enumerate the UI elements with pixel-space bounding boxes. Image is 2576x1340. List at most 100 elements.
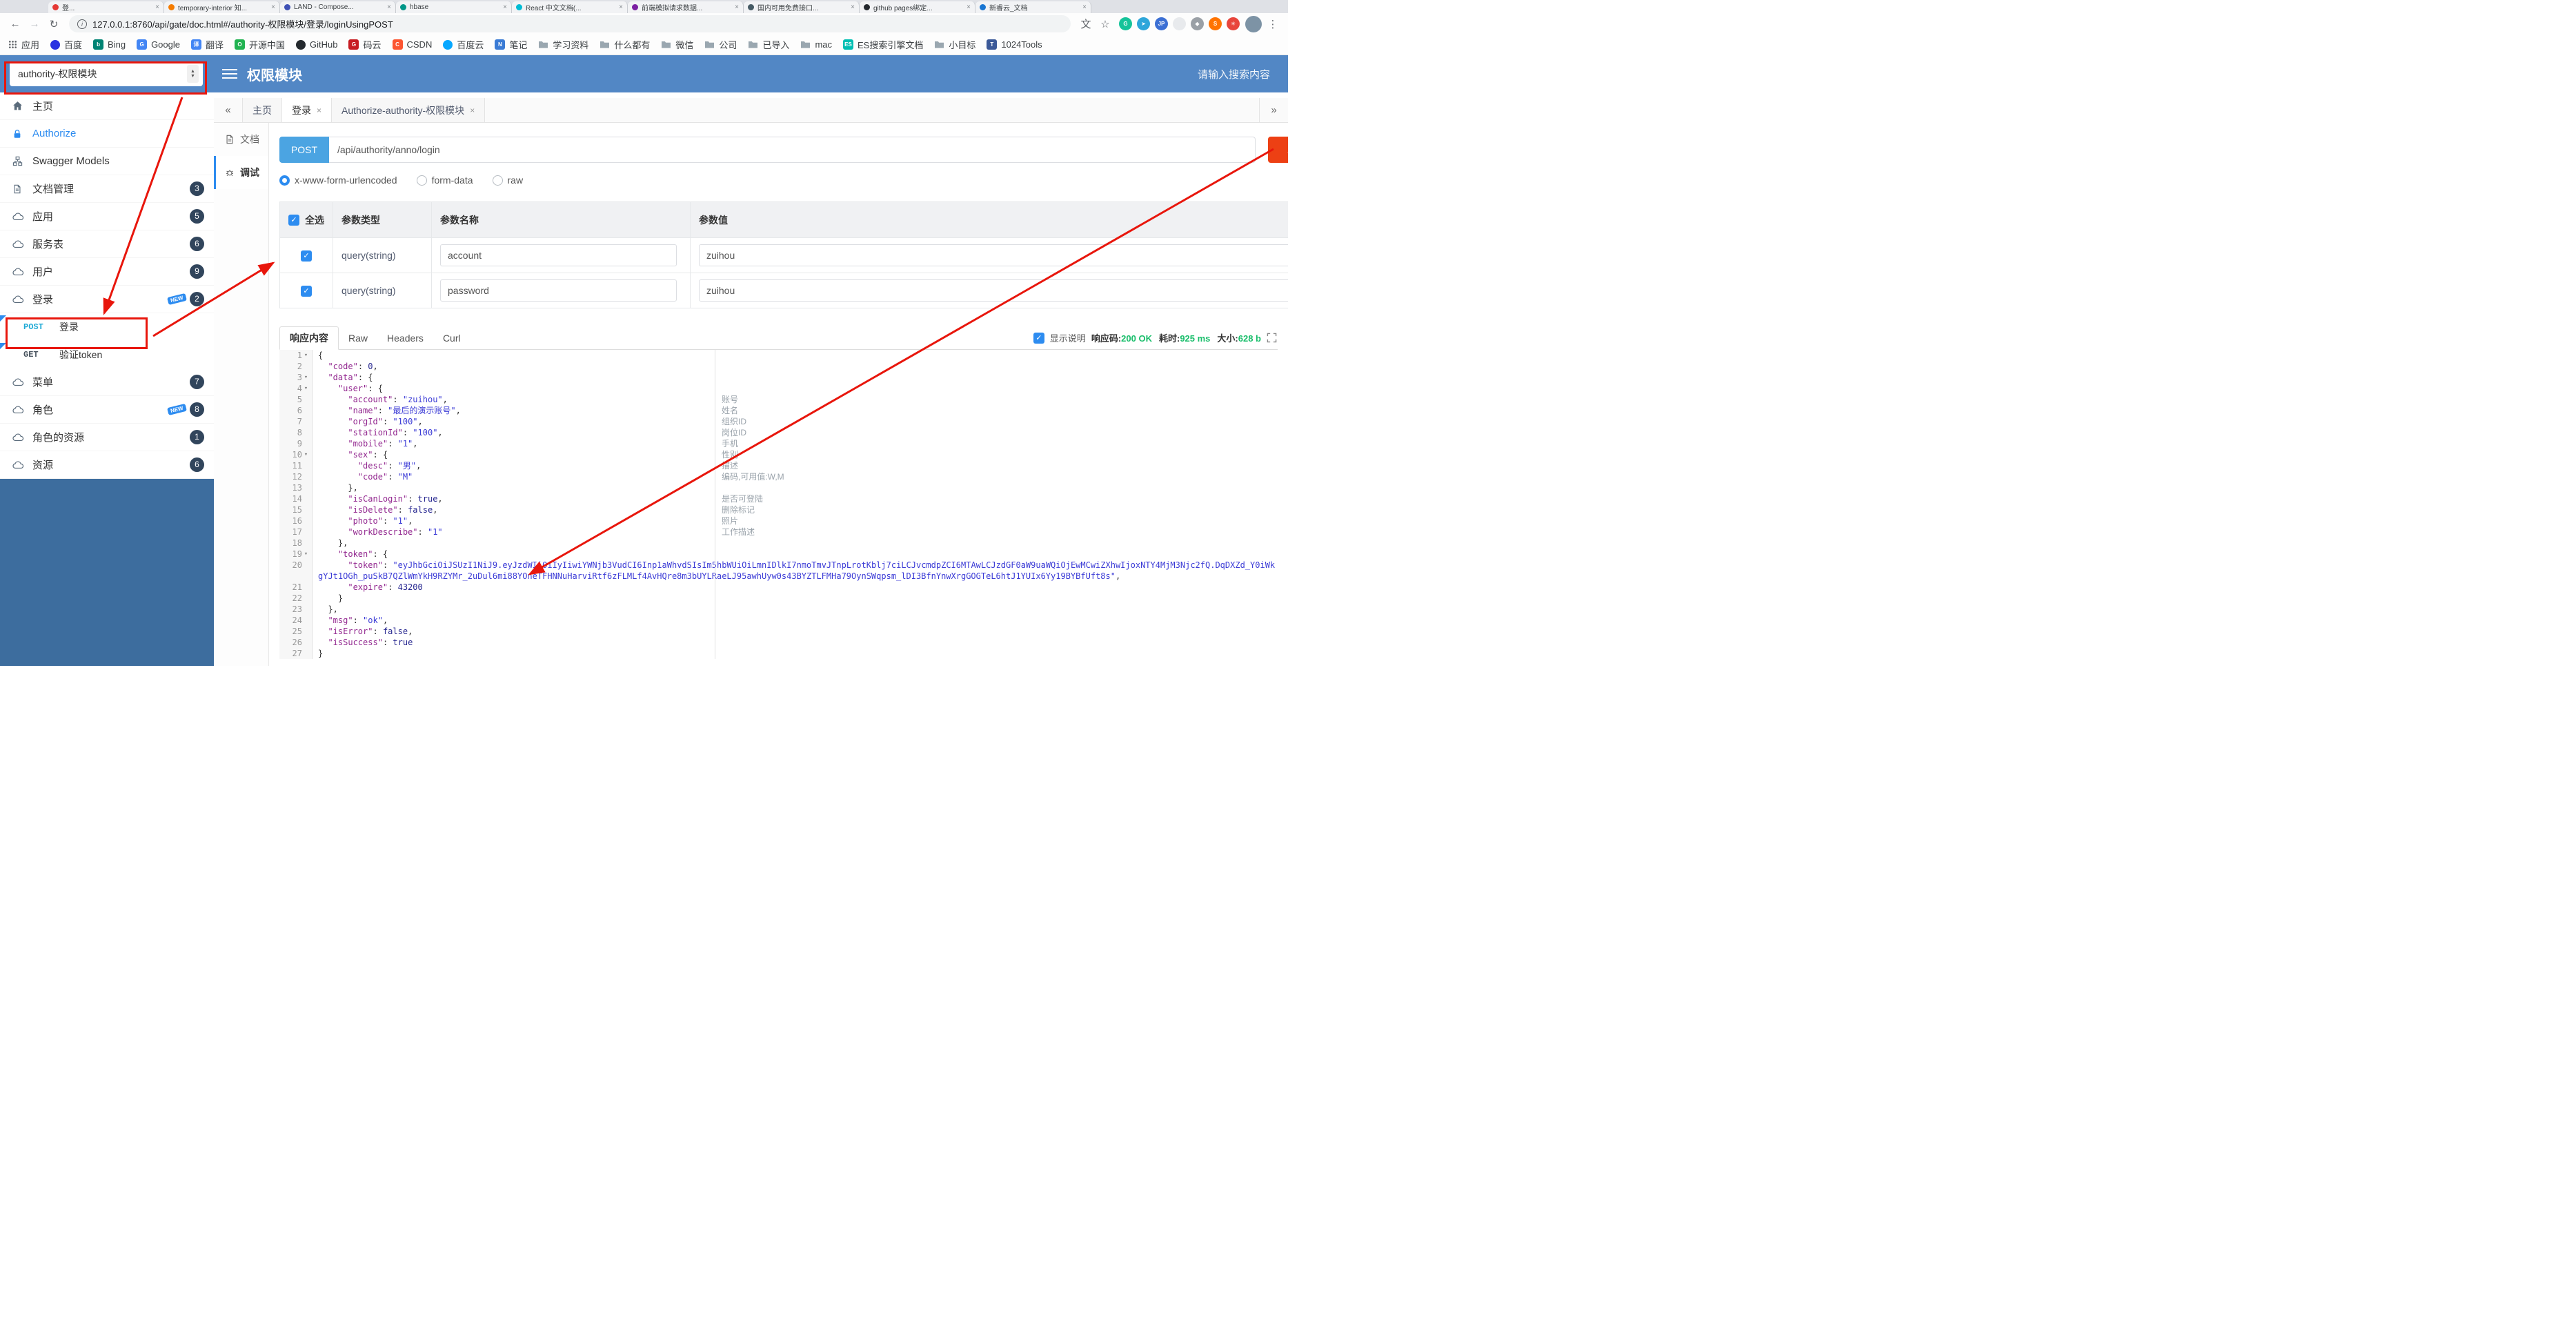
forward-icon[interactable]: → bbox=[26, 18, 43, 30]
bookmark-item[interactable]: N 笔记 bbox=[495, 38, 527, 51]
bookmark-item[interactable]: 百度云 bbox=[443, 38, 484, 51]
browser-tab[interactable]: 登... × bbox=[48, 1, 164, 13]
back-icon[interactable]: ← bbox=[7, 18, 23, 30]
bookmark-item[interactable]: b Bing bbox=[93, 39, 126, 50]
sidebar-item-role[interactable]: 角色 NEW 8 bbox=[0, 396, 214, 424]
response-tab[interactable]: Curl bbox=[433, 327, 470, 349]
green-extension-icon[interactable]: G bbox=[1119, 17, 1132, 30]
tab-close-icon[interactable]: × bbox=[851, 3, 855, 11]
browser-tab[interactable]: hbase × bbox=[396, 1, 512, 13]
tab-close-icon[interactable]: × bbox=[470, 106, 475, 115]
shield-extension-icon[interactable]: ◆ bbox=[1191, 17, 1204, 30]
bookmark-item[interactable]: 学习资料 bbox=[538, 38, 588, 51]
sidebar-endpoint-post-login[interactable]: POST 登录 bbox=[0, 313, 214, 341]
param-checkbox[interactable]: ✓ bbox=[301, 286, 312, 297]
tab-close-icon[interactable]: × bbox=[155, 3, 159, 11]
bookmark-item[interactable]: mac bbox=[800, 39, 832, 50]
sidebar-item-menu[interactable]: 菜单 7 bbox=[0, 368, 214, 396]
asterisk-extension-icon[interactable]: ✳ bbox=[1227, 17, 1240, 30]
browser-tab[interactable]: github pages绑定... × bbox=[860, 1, 975, 13]
param-name-input[interactable] bbox=[440, 244, 677, 266]
reload-icon[interactable]: ↻ bbox=[46, 18, 62, 30]
param-value-input[interactable] bbox=[699, 279, 1288, 302]
sidebar-item-authorize[interactable]: Authorize bbox=[0, 120, 214, 148]
tab-close-icon[interactable]: × bbox=[619, 3, 623, 11]
tabs-scroll-left-icon[interactable]: « bbox=[214, 98, 243, 122]
jp-extension-icon[interactable]: JP bbox=[1155, 17, 1168, 30]
bookmark-item[interactable]: 百度 bbox=[50, 38, 82, 51]
browser-tab[interactable]: LAND - Compose... × bbox=[280, 1, 396, 13]
sidebar-item-doc-manage[interactable]: 文档管理 3 bbox=[0, 175, 214, 203]
page-info-icon[interactable]: i bbox=[77, 19, 87, 29]
select-all-checkbox[interactable]: ✓ bbox=[288, 214, 299, 226]
content-type-radio[interactable]: x-www-form-urlencoded bbox=[279, 175, 397, 186]
tab-close-icon[interactable]: × bbox=[317, 106, 321, 115]
s-extension-icon[interactable]: S bbox=[1209, 17, 1222, 30]
bookmark-item[interactable]: 什么都有 bbox=[600, 38, 650, 51]
bookmark-item[interactable]: 公司 bbox=[704, 38, 737, 51]
browser-menu-kebab-icon[interactable]: ⋮ bbox=[1265, 18, 1281, 30]
sidebar-item-resource[interactable]: 资源 6 bbox=[0, 451, 214, 479]
bookmark-item[interactable]: G Google bbox=[137, 39, 180, 50]
bookmark-item[interactable]: T 1024Tools bbox=[987, 39, 1042, 50]
sidebar-item-swagger-models[interactable]: Swagger Models bbox=[0, 148, 214, 175]
browser-tab[interactable]: 前端模拟请求数据... × bbox=[628, 1, 744, 13]
browser-tab[interactable]: 国内可用免费接口... × bbox=[744, 1, 860, 13]
tab-debug[interactable]: 调试 bbox=[214, 156, 268, 189]
sidebar-item-home[interactable]: 主页 bbox=[0, 92, 214, 120]
show-desc-checkbox[interactable]: ✓ bbox=[1033, 332, 1044, 344]
tab-document[interactable]: 文档 bbox=[214, 123, 268, 156]
bookmark-star-icon[interactable]: ☆ bbox=[1097, 18, 1113, 30]
sidebar-item-role-resource[interactable]: 角色的资源 1 bbox=[0, 424, 214, 451]
param-value-input[interactable] bbox=[699, 244, 1288, 266]
bookmark-item[interactable]: 小目标 bbox=[934, 38, 975, 51]
response-tab[interactable]: Headers bbox=[377, 327, 433, 349]
content-type-radio[interactable]: form-data bbox=[416, 175, 473, 186]
content-tab[interactable]: 登录 × bbox=[282, 98, 333, 122]
send-button[interactable]: 发送 bbox=[1268, 137, 1288, 163]
response-tab[interactable]: Raw bbox=[339, 327, 377, 349]
tab-close-icon[interactable]: × bbox=[271, 3, 275, 11]
bookmark-item[interactable]: 已导入 bbox=[748, 38, 789, 51]
ring-extension-icon[interactable] bbox=[1173, 17, 1186, 30]
tabs-scroll-right-icon[interactable]: » bbox=[1259, 98, 1288, 122]
browser-tab[interactable]: temporary-interior 知... × bbox=[164, 1, 280, 13]
sidebar-endpoint-get-verify-token[interactable]: GET 验证token bbox=[0, 341, 214, 368]
tab-close-icon[interactable]: × bbox=[503, 3, 507, 11]
tab-close-icon[interactable]: × bbox=[387, 3, 391, 11]
module-select[interactable]: authority-权限模块 ▲ ▼ bbox=[10, 61, 203, 86]
bookmark-item[interactable]: 微信 bbox=[661, 38, 693, 51]
param-name-input[interactable] bbox=[440, 279, 677, 302]
folder-icon bbox=[704, 40, 715, 49]
browser-tab[interactable]: React 中文文档(... × bbox=[512, 1, 628, 13]
param-checkbox[interactable]: ✓ bbox=[301, 250, 312, 262]
profile-avatar[interactable] bbox=[1245, 15, 1262, 32]
address-bar[interactable]: i 127.0.0.1:8760/api/gate/doc.html#/auth… bbox=[69, 15, 1071, 32]
menu-toggle-icon[interactable] bbox=[222, 66, 237, 81]
bookmark-item[interactable]: C CSDN bbox=[392, 39, 432, 50]
tab-close-icon[interactable]: × bbox=[967, 3, 971, 11]
tab-close-icon[interactable]: × bbox=[1082, 3, 1087, 11]
response-tab[interactable]: 响应内容 bbox=[279, 326, 339, 350]
content-type-radio[interactable]: raw bbox=[492, 175, 523, 186]
translate-icon[interactable]: 文 bbox=[1078, 17, 1094, 31]
fullscreen-icon[interactable] bbox=[1267, 333, 1278, 344]
bookmark-item[interactable]: O 开源中国 bbox=[235, 38, 285, 51]
bookmark-item[interactable]: 应用 bbox=[8, 38, 39, 51]
sidebar-item-application[interactable]: 应用 5 bbox=[0, 203, 214, 230]
header-search-input[interactable]: 请输入搜索内容 bbox=[1198, 67, 1270, 81]
sidebar-item-user[interactable]: 用户 9 bbox=[0, 258, 214, 286]
content-tab[interactable]: Authorize-authority-权限模块 × bbox=[332, 98, 486, 122]
sidebar-item-login[interactable]: 登录 NEW 2 bbox=[0, 286, 214, 313]
tab-close-icon[interactable]: × bbox=[735, 3, 739, 11]
bookmark-item[interactable]: GitHub bbox=[296, 39, 337, 50]
bookmark-item[interactable]: ES ES搜索引擎文档 bbox=[843, 38, 923, 51]
blue-extension-icon[interactable]: ➤ bbox=[1137, 17, 1150, 30]
bookmark-item[interactable]: 译翻译 bbox=[190, 38, 224, 51]
sidebar-item-service-table[interactable]: 服务表 6 bbox=[0, 230, 214, 258]
response-editor[interactable]: 1 ▾{2 "code": 0, 3 ▾ "data": {4 ▾ "user": {5… bbox=[279, 350, 1278, 659]
browser-tab[interactable]: 新睿云_文档 × bbox=[975, 1, 1091, 13]
bookmark-item[interactable]: G 码云 bbox=[348, 38, 382, 51]
request-path-input[interactable] bbox=[329, 137, 1256, 163]
content-tab[interactable]: 主页 bbox=[243, 98, 282, 122]
